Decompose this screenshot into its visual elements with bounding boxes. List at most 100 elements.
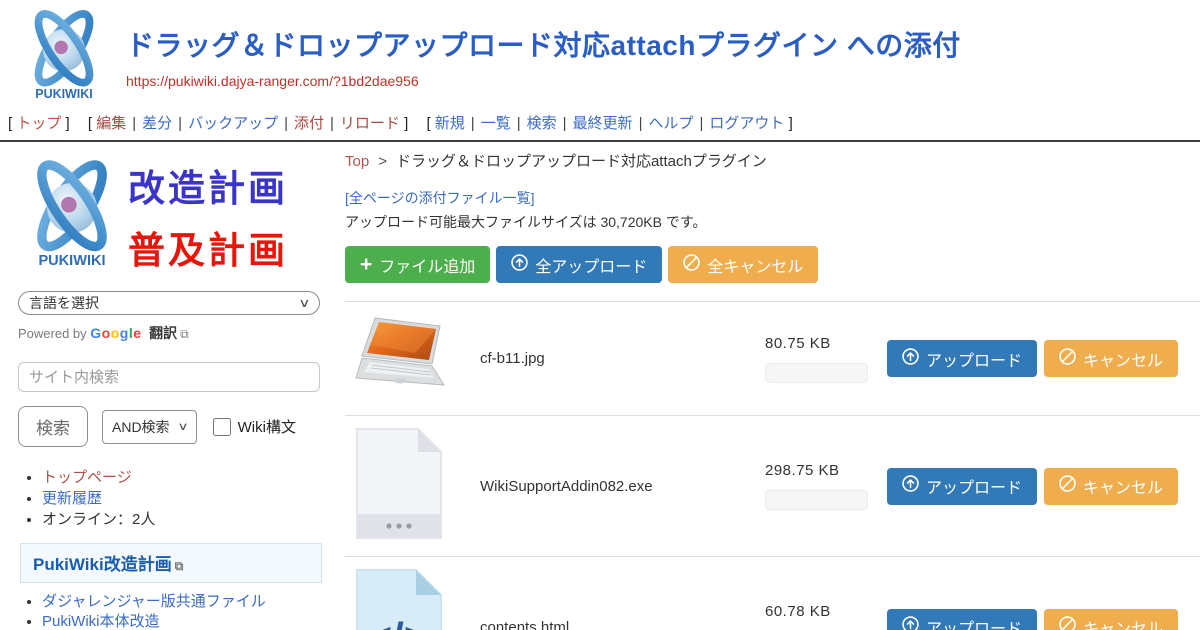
file-name: contents.html — [480, 619, 752, 630]
plus-icon: + — [360, 254, 372, 275]
external-link-icon: ⧉ — [175, 559, 184, 573]
search-mode-select[interactable]: AND検索 ∨ — [102, 410, 197, 444]
sidebar: PUKIWIKI 改造計画 普及計画 言語を選択 ∨ Powered by Go… — [0, 142, 330, 630]
upload-file-button[interactable]: アップロード — [887, 468, 1037, 505]
code-glyph: </> — [368, 614, 429, 630]
file-size: 60.78 KB — [765, 603, 877, 620]
bracket: ] — [66, 115, 70, 132]
all-attachments-link[interactable]: [全ページの添付ファイル一覧] — [345, 188, 535, 208]
nav-group-page: [ 編集|差分|バックアップ|添付|リロード ] — [88, 115, 408, 132]
search-mode-value: AND検索 — [112, 417, 170, 437]
file-name: cf-b11.jpg — [480, 350, 752, 367]
sidebar-logo[interactable]: PUKIWIKI 改造計画 普及計画 — [20, 156, 330, 275]
breadcrumb-top-link[interactable]: Top — [345, 153, 369, 170]
chevron-down-icon: ∨ — [298, 296, 310, 310]
page-toolbar: [ トップ ] [ 編集|差分|バックアップ|添付|リロード ] [ 新規|一覧… — [0, 107, 1200, 142]
image-thumbnail — [355, 315, 447, 402]
site-search-input[interactable] — [18, 362, 320, 392]
logo-wordmark: PUKIWIKI — [38, 253, 105, 269]
cancel-file-button[interactable]: キャンセル — [1044, 468, 1178, 505]
logo-wordmark: PUKIWIKI — [35, 87, 92, 101]
google-logo: Google — [90, 325, 141, 341]
language-select-value: 言語を選択 — [29, 293, 99, 313]
file-row: cf-b11.jpg 80.75 KB アップロード キャンセル — [345, 301, 1200, 415]
list-item: オンライン：2人 — [42, 510, 330, 529]
nav-search[interactable]: 検索 — [527, 115, 557, 132]
nav-group-top: [ トップ ] — [8, 115, 70, 132]
upload-circle-icon — [902, 348, 919, 370]
sidebar-link-toppage[interactable]: トップページ — [42, 469, 132, 486]
nav-list[interactable]: 一覧 — [481, 115, 511, 132]
file-size: 80.75 KB — [765, 335, 877, 352]
sidebar-link-core-mod[interactable]: PukiWiki本体改造 — [42, 613, 160, 630]
page-header: PUKIWIKI ドラッグ＆ドロップアップロード対応attachプラグイン への… — [0, 0, 1200, 107]
pukiwiki-atom-icon: PUKIWIKI — [20, 156, 124, 275]
sidebar-link-history[interactable]: 更新履歴 — [42, 490, 102, 507]
cancel-circle-icon — [683, 254, 700, 276]
nav-diff[interactable]: 差分 — [142, 115, 172, 132]
add-files-button[interactable]: + ファイル追加 — [345, 246, 490, 283]
cancel-file-button[interactable]: キャンセル — [1044, 340, 1178, 377]
nav-new[interactable]: 新規 — [435, 115, 465, 132]
upload-progress-bar — [765, 490, 868, 510]
upload-circle-icon — [511, 254, 528, 276]
nav-top[interactable]: トップ — [16, 115, 61, 132]
main-content: Top>ドラッグ＆ドロップアップロード対応attachプラグイン [全ページの添… — [330, 142, 1200, 630]
language-select[interactable]: 言語を選択 ∨ — [18, 291, 320, 315]
nav-edit[interactable]: 編集 — [96, 115, 126, 132]
max-filesize-text: アップロード可能最大ファイルサイズは 30,720KB です。 — [345, 212, 1200, 232]
cancel-file-button[interactable]: キャンセル — [1044, 609, 1178, 630]
upload-circle-icon — [902, 616, 919, 630]
upload-toolbar: + ファイル追加 全アップロード 全キャンセル — [345, 246, 1200, 283]
upload-all-button[interactable]: 全アップロード — [496, 246, 662, 283]
cancel-all-button[interactable]: 全キャンセル — [668, 246, 818, 283]
breadcrumb: Top>ドラッグ＆ドロップアップロード対応attachプラグイン — [345, 150, 1200, 171]
bracket: ] — [789, 115, 793, 132]
nav-help[interactable]: ヘルプ — [648, 115, 693, 132]
cancel-circle-icon — [1059, 616, 1076, 630]
breadcrumb-current: ドラッグ＆ドロップアップロード対応attachプラグイン — [396, 153, 767, 170]
cancel-circle-icon — [1059, 348, 1076, 370]
sidebar-link-common-files[interactable]: ダジャレンジャー版共通ファイル — [42, 593, 266, 610]
nav-reload[interactable]: リロード — [340, 115, 400, 132]
cancel-circle-icon — [1059, 475, 1076, 497]
file-size: 298.75 KB — [765, 462, 877, 479]
sidebar-plugin-links: ダジャレンジャー版共通ファイル PukiWiki本体改造 PukiWikiテキス… — [42, 593, 338, 630]
online-count: オンライン：2人 — [42, 511, 155, 528]
file-row: WikiSupportAddin082.exe 298.75 KB アップロード… — [345, 415, 1200, 556]
pukiwiki-logo-icon[interactable]: PUKIWIKI — [16, 8, 112, 107]
nav-attach[interactable]: 添付 — [294, 115, 324, 132]
nav-group-site: [ 新規|一覧|検索|最終更新|ヘルプ|ログアウト ] — [426, 115, 792, 132]
nav-recent[interactable]: 最終更新 — [573, 115, 633, 132]
upload-circle-icon — [902, 475, 919, 497]
bracket: [ — [88, 115, 92, 132]
page-title: ドラッグ＆ドロップアップロード対応attachプラグイン への添付 — [126, 24, 961, 64]
bracket: [ — [8, 115, 12, 132]
upload-file-button[interactable]: アップロード — [887, 340, 1037, 377]
search-button[interactable]: 検索 — [18, 406, 88, 447]
list-item: 更新履歴 — [42, 489, 330, 508]
list-item: トップページ — [42, 468, 330, 487]
html-file-icon: </> — [355, 568, 443, 630]
wiki-syntax-checkbox[interactable] — [213, 418, 231, 436]
chevron-down-icon: ∨ — [177, 420, 188, 433]
file-name: WikiSupportAddin082.exe — [480, 478, 752, 495]
sidebar-section-title[interactable]: PukiWiki改造計画⧉ — [20, 543, 322, 583]
nav-backup[interactable]: バックアップ — [188, 115, 278, 132]
generic-file-icon — [355, 427, 443, 545]
google-translate-attribution: Powered by Google 翻訳⧉ — [18, 323, 330, 343]
list-item: ダジャレンジャー版共通ファイル — [42, 593, 338, 610]
file-row: </> contents.html 60.78 KB アップロード — [345, 556, 1200, 630]
nav-logout[interactable]: ログアウト — [709, 115, 784, 132]
sidebar-quick-links: トップページ 更新履歴 オンライン：2人 — [42, 468, 330, 530]
wiki-syntax-label: Wiki構文 — [238, 416, 296, 437]
bracket: [ — [426, 115, 430, 132]
upload-progress-bar — [765, 363, 868, 383]
page-url[interactable]: https://pukiwiki.dajya-ranger.com/?1bd2d… — [126, 73, 961, 89]
list-item: PukiWiki本体改造 — [42, 613, 338, 630]
logo-line-kaizou: 改造計画 — [128, 158, 288, 212]
external-link-icon: ⧉ — [180, 327, 189, 341]
upload-file-button[interactable]: アップロード — [887, 609, 1037, 630]
upload-file-list: cf-b11.jpg 80.75 KB アップロード キャンセル — [345, 301, 1200, 630]
bracket: ] — [404, 115, 408, 132]
